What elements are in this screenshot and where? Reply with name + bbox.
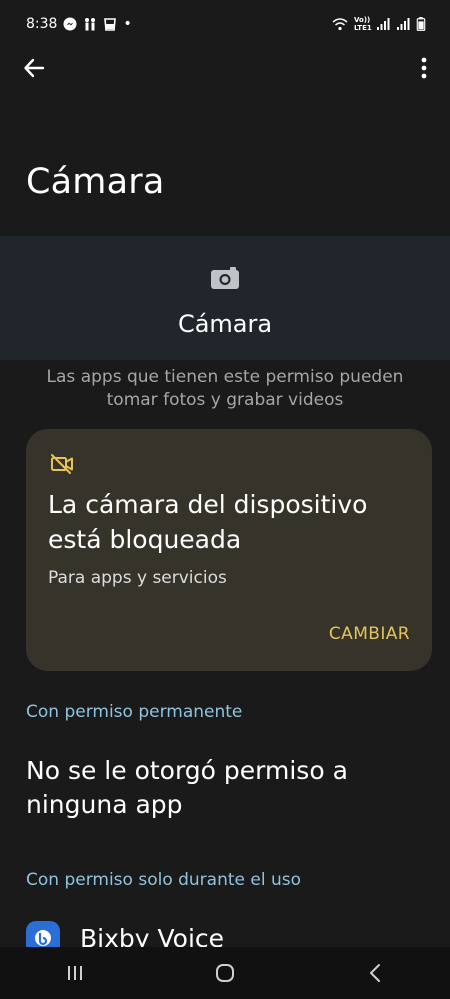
status-left: 8:38 • xyxy=(26,16,132,32)
app-bar xyxy=(0,48,450,88)
permission-header: Cámara xyxy=(0,236,450,360)
status-bar: 8:38 • Vo)) LTE1 xyxy=(0,0,450,48)
video-off-icon xyxy=(51,454,73,474)
people-icon xyxy=(85,18,96,31)
status-dot: • xyxy=(123,16,132,32)
camera-blocked-subtitle: Para apps y servicios xyxy=(48,568,227,588)
battery-icon xyxy=(416,17,426,31)
back-nav-button[interactable] xyxy=(345,953,405,993)
permission-description: Las apps que tienen este permiso pueden … xyxy=(46,367,404,410)
home-icon xyxy=(216,964,234,982)
signal-icon xyxy=(377,18,390,30)
status-right: Vo)) LTE1 xyxy=(332,16,426,32)
more-options-button[interactable] xyxy=(410,50,438,86)
permission-title: Cámara xyxy=(177,310,273,338)
section-permanent-label: Con permiso permanente xyxy=(26,702,243,722)
page-title: Cámara xyxy=(26,162,165,202)
camera-icon xyxy=(211,267,239,289)
signal-icon-2 xyxy=(397,18,410,30)
section-while-using-label: Con permiso solo durante el uso xyxy=(26,870,302,890)
navigation-bar xyxy=(0,947,450,999)
home-button[interactable] xyxy=(195,953,255,993)
recents-icon xyxy=(68,966,82,980)
network-label: Vo)) LTE1 xyxy=(354,16,372,32)
cup-icon xyxy=(104,18,117,31)
recents-button[interactable] xyxy=(45,953,105,993)
back-button[interactable] xyxy=(16,50,52,86)
camera-blocked-card: La cámara del dispositivo está bloqueada… xyxy=(26,429,432,671)
chevron-left-icon xyxy=(370,964,380,982)
status-time: 8:38 xyxy=(26,16,58,32)
change-button[interactable]: CAMBIAR xyxy=(329,624,410,644)
camera-blocked-title: La cámara del dispositivo está bloqueada xyxy=(48,490,368,554)
no-permission-message: No se le otorgó permiso a ninguna app xyxy=(26,756,348,819)
wifi-icon xyxy=(332,18,348,31)
arrow-left-icon xyxy=(24,58,45,78)
messenger-icon xyxy=(63,17,77,31)
more-vert-icon xyxy=(421,57,427,79)
